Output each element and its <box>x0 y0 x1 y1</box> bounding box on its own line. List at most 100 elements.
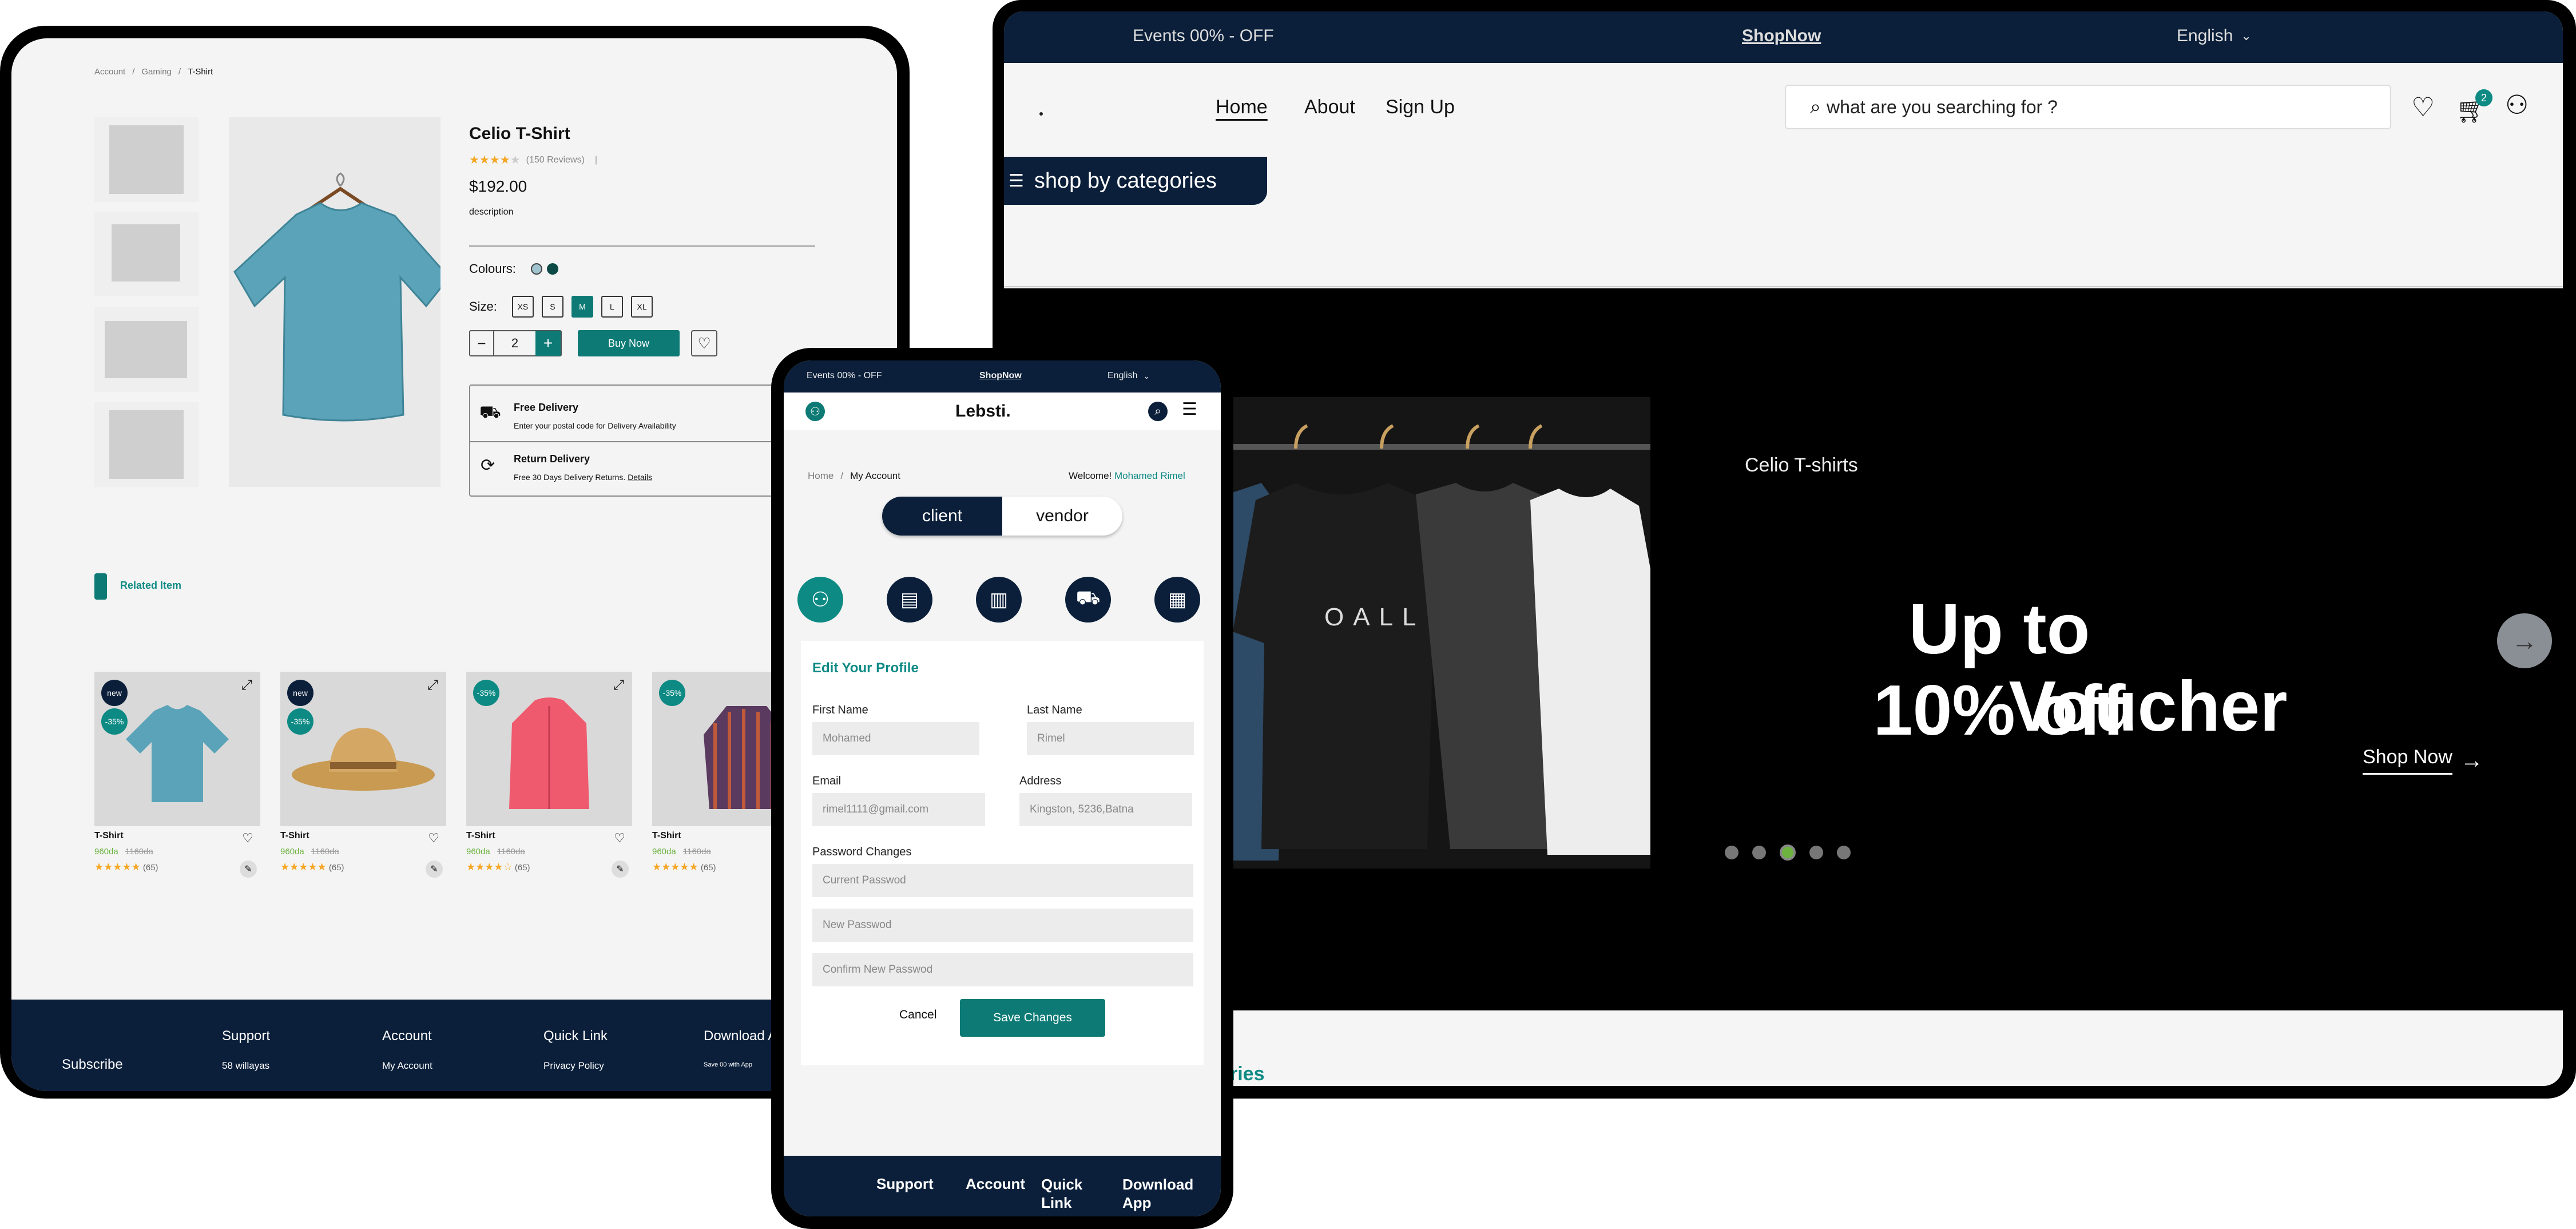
user-name: Mohamed Rimel <box>1114 470 1185 481</box>
size-option-xl[interactable]: XL <box>630 296 653 318</box>
search-icon[interactable]: ⌕ <box>1148 402 1168 421</box>
size-option-xs[interactable]: XS <box>511 296 534 318</box>
heart-icon: ♡ <box>697 334 711 352</box>
phone-header: ⚇ Lebsti. ⌕ ☰ <box>784 393 1221 430</box>
account-item[interactable]: My Account <box>382 1060 432 1072</box>
quicklink-item[interactable]: Privacy Policy <box>543 1060 604 1072</box>
product-card[interactable]: new -35% ⤢ <box>94 672 260 826</box>
expand-icon[interactable]: ⤢ <box>241 677 252 693</box>
next-arrow-button[interactable]: → <box>2497 613 2552 668</box>
user-icon[interactable]: ⚇ <box>2505 89 2529 120</box>
details-link[interactable]: Details <box>628 473 652 482</box>
categories-button[interactable]: ☰ shop by categories <box>1004 157 1267 205</box>
quantity-value[interactable]: 2 <box>494 336 535 351</box>
address-field[interactable]: Kingston, 5236,Batna <box>1019 793 1192 826</box>
shop-now-link[interactable]: Shop Now → <box>2363 746 2483 775</box>
confirm-password-field[interactable]: Confirm New Passwod <box>812 953 1193 986</box>
size-option-m[interactable]: M <box>571 296 593 318</box>
last-name-field[interactable]: Rimel <box>1027 722 1194 755</box>
expand-icon[interactable]: ⤢ <box>613 677 624 693</box>
wishlist-button[interactable]: ♡ <box>691 330 717 356</box>
quicklink-heading: Quick Link <box>543 1028 608 1044</box>
nav-about[interactable]: About <box>1304 96 1355 118</box>
thumbnail[interactable] <box>94 402 199 487</box>
carousel-dot[interactable] <box>1725 846 1738 859</box>
cancel-button[interactable]: Cancel <box>899 1008 936 1022</box>
heart-icon[interactable]: ♡ <box>614 831 625 846</box>
edit-icon[interactable]: ✎ <box>612 861 629 878</box>
current-password-field[interactable]: Current Passwod <box>812 864 1193 897</box>
free-delivery-title: Free Delivery <box>514 402 579 413</box>
new-password-field[interactable]: New Passwod <box>812 909 1193 942</box>
shopnow-link[interactable]: ShopNow <box>1742 26 1821 46</box>
toggle-vendor[interactable]: vendor <box>1002 497 1122 536</box>
nav-home[interactable]: Home <box>1216 96 1268 118</box>
colour-swatch-dark[interactable] <box>546 263 558 275</box>
support-heading: Support <box>222 1028 271 1044</box>
breadcrumb-item[interactable]: Gaming <box>141 67 172 77</box>
email-field[interactable]: rimel1111@gmail.com <box>812 793 985 826</box>
buy-now-button[interactable]: Buy Now <box>578 330 680 356</box>
footer-support[interactable]: Support <box>876 1175 934 1193</box>
return-text: Free 30 Days Delivery Returns. <box>514 473 626 482</box>
logo-dot <box>1039 112 1043 116</box>
colour-swatch-light[interactable] <box>530 263 542 275</box>
carousel-dot-active[interactable] <box>1780 845 1796 861</box>
heart-icon[interactable]: ♡ <box>242 831 253 846</box>
profile-tab-icon[interactable]: ⚇ <box>797 577 843 623</box>
menu-icon[interactable]: ☰ <box>1182 399 1197 419</box>
shop-now-label: Shop Now <box>2363 746 2452 775</box>
product-card[interactable]: new -35% ⤢ <box>280 672 446 826</box>
shopnow-link[interactable]: ShopNow <box>979 371 1022 381</box>
edit-icon[interactable]: ✎ <box>426 861 443 878</box>
carousel-dot[interactable] <box>1837 846 1851 859</box>
heart-icon[interactable]: ♡ <box>428 831 439 846</box>
plus-icon[interactable]: + <box>535 331 561 356</box>
footer-download[interactable]: Download App <box>1122 1175 1197 1212</box>
breadcrumb-item[interactable]: Account <box>94 67 125 77</box>
toggle-client[interactable]: client <box>882 497 1002 536</box>
search-bar[interactable]: ⌕ what are you searching for ? <box>1785 85 2391 129</box>
phone-screen: Events 00% - OFF ShopNow English ⌄ ⚇ Leb… <box>784 360 1221 1216</box>
contacts-tab-icon[interactable]: ▤ <box>887 577 932 623</box>
expand-icon[interactable]: ⤢ <box>427 677 438 693</box>
phone-device: Events 00% - OFF ShopNow English ⌄ ⚇ Leb… <box>771 348 1233 1229</box>
tablet-screen: Events 00% - OFF ShopNow English ⌄ Home … <box>1004 11 2563 1086</box>
review-count[interactable]: (150 Reviews) <box>526 155 585 165</box>
first-name-field[interactable]: Mohamed <box>812 722 979 755</box>
download-item: Save 00 with App <box>704 1061 753 1068</box>
delivery-tab-icon[interactable]: ⛟ <box>1065 577 1111 623</box>
card-old-price: 1160da <box>497 847 525 857</box>
carousel-dot[interactable] <box>1752 846 1766 859</box>
card-old-price: 1160da <box>682 847 711 857</box>
avatar[interactable]: ⚇ <box>805 402 825 421</box>
edit-icon[interactable]: ✎ <box>240 861 257 878</box>
minus-icon[interactable]: − <box>470 331 494 355</box>
breadcrumb-item[interactable]: Home <box>808 470 833 482</box>
welcome-label: Welcome! <box>1069 470 1112 481</box>
hero-headline-2: Voucher <box>2009 667 2288 746</box>
card-price: 960da <box>280 847 304 857</box>
support-item: 58 willayas <box>222 1060 270 1071</box>
save-changes-button[interactable]: Save Changes <box>960 999 1105 1037</box>
thumbnail[interactable] <box>94 307 199 392</box>
return-icon: ⟳ <box>481 456 495 475</box>
brand-logo[interactable]: Lebsti. <box>955 402 1011 421</box>
search-input[interactable]: what are you searching for ? <box>1827 97 2058 118</box>
thumbnail[interactable] <box>94 117 199 202</box>
footer-quicklink[interactable]: Quick Link <box>1041 1175 1093 1212</box>
language-select[interactable]: English ⌄ <box>1108 371 1150 381</box>
heart-icon[interactable]: ♡ <box>2411 92 2435 122</box>
carousel-dot[interactable] <box>1809 846 1823 859</box>
product-card[interactable]: -35% ⤢ <box>466 672 632 826</box>
tshirts-on-rack-image <box>1210 424 1650 861</box>
footer-account[interactable]: Account <box>966 1175 1025 1193</box>
star-icon: ★★★★★ <box>652 861 698 873</box>
calendar-tab-icon[interactable]: ▦ <box>1154 577 1200 623</box>
language-select[interactable]: English ⌄ <box>2177 26 2252 46</box>
size-option-s[interactable]: S <box>541 296 563 318</box>
thumbnail[interactable] <box>94 212 199 296</box>
orders-tab-icon[interactable]: ▥ <box>976 577 1022 623</box>
size-option-l[interactable]: L <box>601 296 623 318</box>
nav-signup[interactable]: Sign Up <box>1386 96 1455 118</box>
